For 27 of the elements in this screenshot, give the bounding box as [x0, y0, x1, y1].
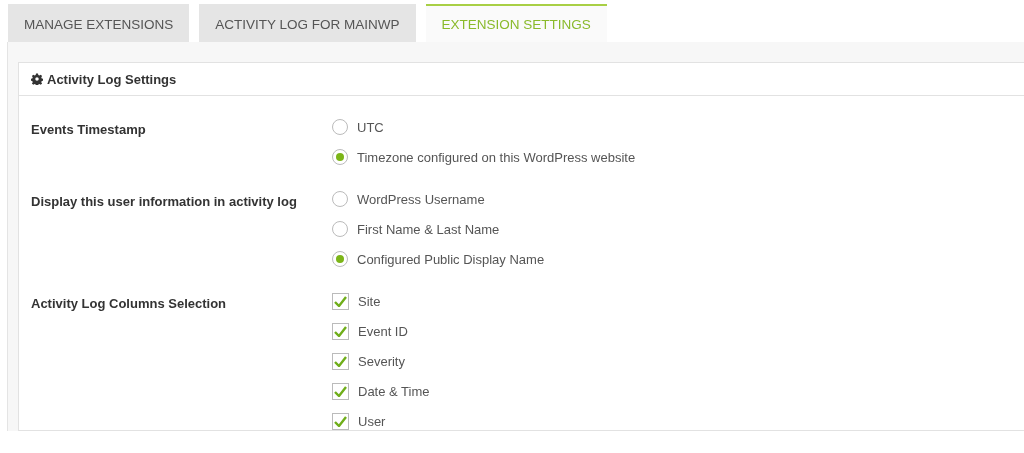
option-label: Configured Public Display Name — [357, 251, 545, 267]
checkbox[interactable] — [332, 352, 349, 370]
option-label: Event ID — [358, 323, 408, 339]
checkbox[interactable] — [332, 322, 349, 340]
setting-label: Activity Log Columns Selection — [31, 295, 228, 313]
option-label: Timezone configured on this WordPress website — [357, 149, 636, 165]
option-label: WordPress Username — [357, 191, 485, 207]
option-label: First Name & Last Name — [357, 221, 500, 237]
setting-label: Events Timestamp — [31, 121, 147, 139]
radio-button[interactable] — [332, 251, 348, 267]
radio-button[interactable] — [332, 119, 348, 135]
option-label: UTC — [357, 119, 384, 135]
option-label: Site — [358, 293, 381, 309]
option-label: Severity — [358, 353, 405, 369]
checkbox[interactable] — [332, 292, 349, 310]
gear-icon — [31, 73, 43, 85]
option-label: User — [358, 413, 386, 429]
radio-button[interactable] — [332, 221, 348, 237]
panel-title: Activity Log Settings — [47, 71, 177, 87]
tab[interactable]: MANAGE EXTENSIONS — [8, 4, 190, 42]
tab[interactable]: ACTIVITY LOG FOR MAINWP — [199, 4, 416, 42]
checkbox[interactable] — [332, 382, 349, 400]
checkbox[interactable] — [332, 412, 349, 430]
setting-label: Display this user information in activity log — [31, 193, 298, 211]
radio-button[interactable] — [332, 191, 348, 207]
option-label: Date & Time — [358, 383, 430, 399]
radio-button[interactable] — [332, 149, 348, 165]
